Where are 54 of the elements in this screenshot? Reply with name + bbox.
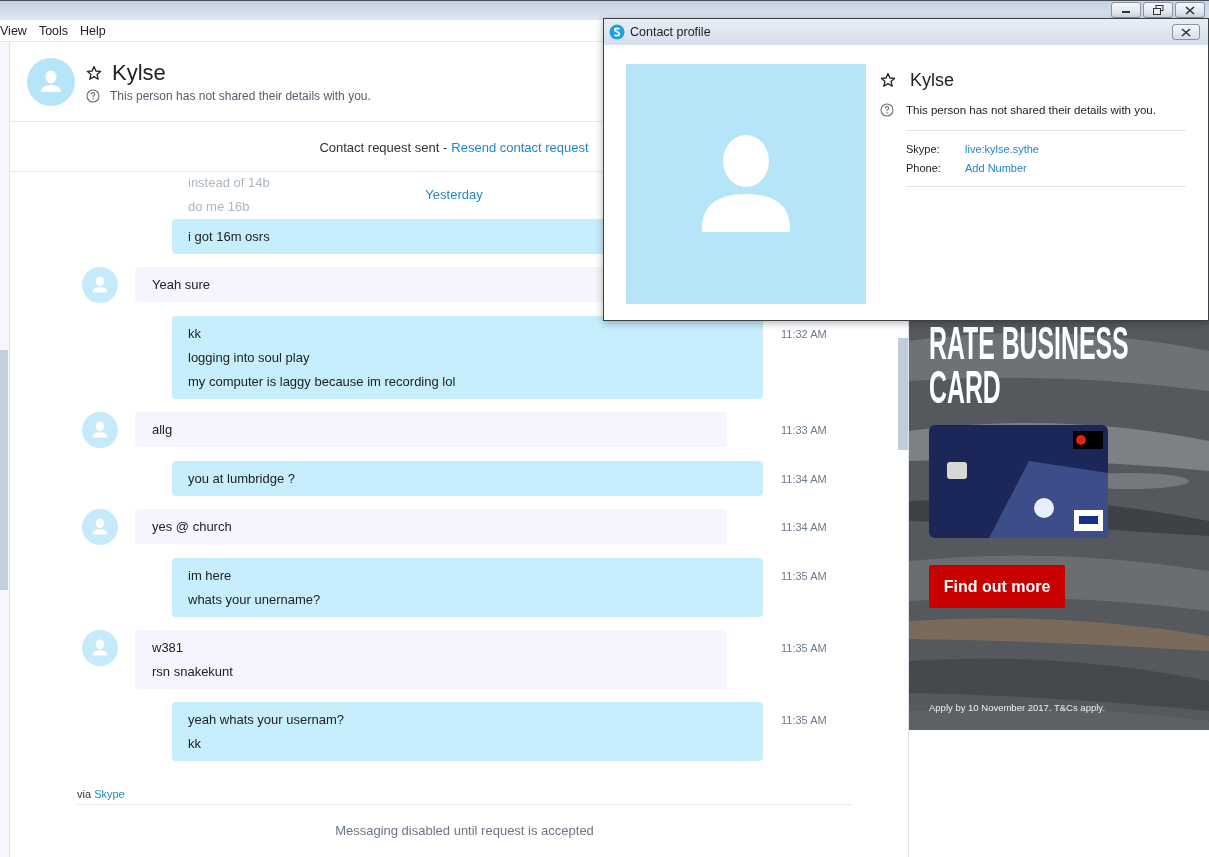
avatar-icon: [82, 267, 118, 303]
star-icon[interactable]: [880, 72, 896, 88]
restore-button[interactable]: [1143, 2, 1173, 18]
star-icon[interactable]: [86, 65, 102, 81]
menu-item[interactable]: Help: [80, 23, 106, 38]
message-bubble: yeah whats your usernam? kk: [172, 702, 763, 761]
help-icon[interactable]: [86, 89, 100, 103]
minimize-button[interactable]: [1111, 2, 1141, 18]
restore-icon: [1152, 5, 1164, 15]
avatar-icon: [82, 509, 118, 545]
message-time: 11:33 AM: [781, 422, 828, 438]
message-bubble: you at lumbridge ?: [172, 461, 763, 496]
contact-status: This person has not shared their details with you.: [906, 104, 1156, 116]
dialog-title: Contact profile: [630, 25, 712, 39]
close-button[interactable]: [1172, 24, 1200, 40]
message-bubble: yes @ church: [135, 509, 727, 544]
field-link[interactable]: live:kylse.sythe: [965, 140, 1186, 159]
contact-status: This person has not shared their details with you.: [110, 89, 371, 103]
message-bubble: allg: [135, 412, 727, 447]
menu-item[interactable]: Tools: [38, 23, 69, 38]
field-label: Skype:: [906, 142, 941, 157]
contact-name: Kylse: [910, 69, 954, 91]
field-link[interactable]: Add Number: [965, 159, 1186, 178]
avatar-icon: [27, 57, 75, 106]
request-status: Contact request sent -: [319, 140, 448, 155]
message-time: 11:35 AM: [781, 568, 828, 584]
field-label: Phone:: [906, 161, 942, 176]
close-icon: [1185, 5, 1195, 15]
close-icon: [1181, 27, 1191, 37]
source-link[interactable]: Skype: [94, 788, 125, 800]
message-time: 11:35 AM: [781, 640, 828, 656]
date-divider: Yesterday: [425, 187, 483, 202]
faded-message-text: do me 16b: [187, 198, 251, 216]
scrollbar-thumb[interactable]: [0, 350, 8, 590]
message-time: 11:34 AM: [781, 519, 828, 535]
help-icon[interactable]: [880, 103, 894, 117]
menu-item[interactable]: View: [0, 23, 27, 38]
close-button[interactable]: [1175, 2, 1205, 18]
message-time: 11:32 AM: [781, 326, 828, 342]
faded-message-text: instead of 14b: [187, 174, 271, 192]
avatar-icon: [82, 630, 118, 666]
message-bubble: w381 rsn snakekunt: [135, 630, 727, 689]
message-bubble: kk logging into soul play my computer is laggy because im recording lol: [172, 316, 763, 399]
messaging-notice: Messaging disabled until request is accepted: [334, 823, 595, 838]
message-bubble: im here whats your unername?: [172, 558, 763, 617]
message-time: 11:34 AM: [781, 471, 828, 487]
resend-link[interactable]: Resend contact request: [451, 140, 589, 155]
app-logo-icon: [609, 24, 625, 40]
scrollbar-thumb[interactable]: [898, 338, 908, 450]
source-line: via Skype: [77, 787, 852, 805]
contact-name: Kylse: [112, 60, 166, 86]
person-icon: [700, 134, 792, 234]
avatar-icon: [82, 412, 118, 448]
message-time: 11:35 AM: [781, 712, 828, 728]
